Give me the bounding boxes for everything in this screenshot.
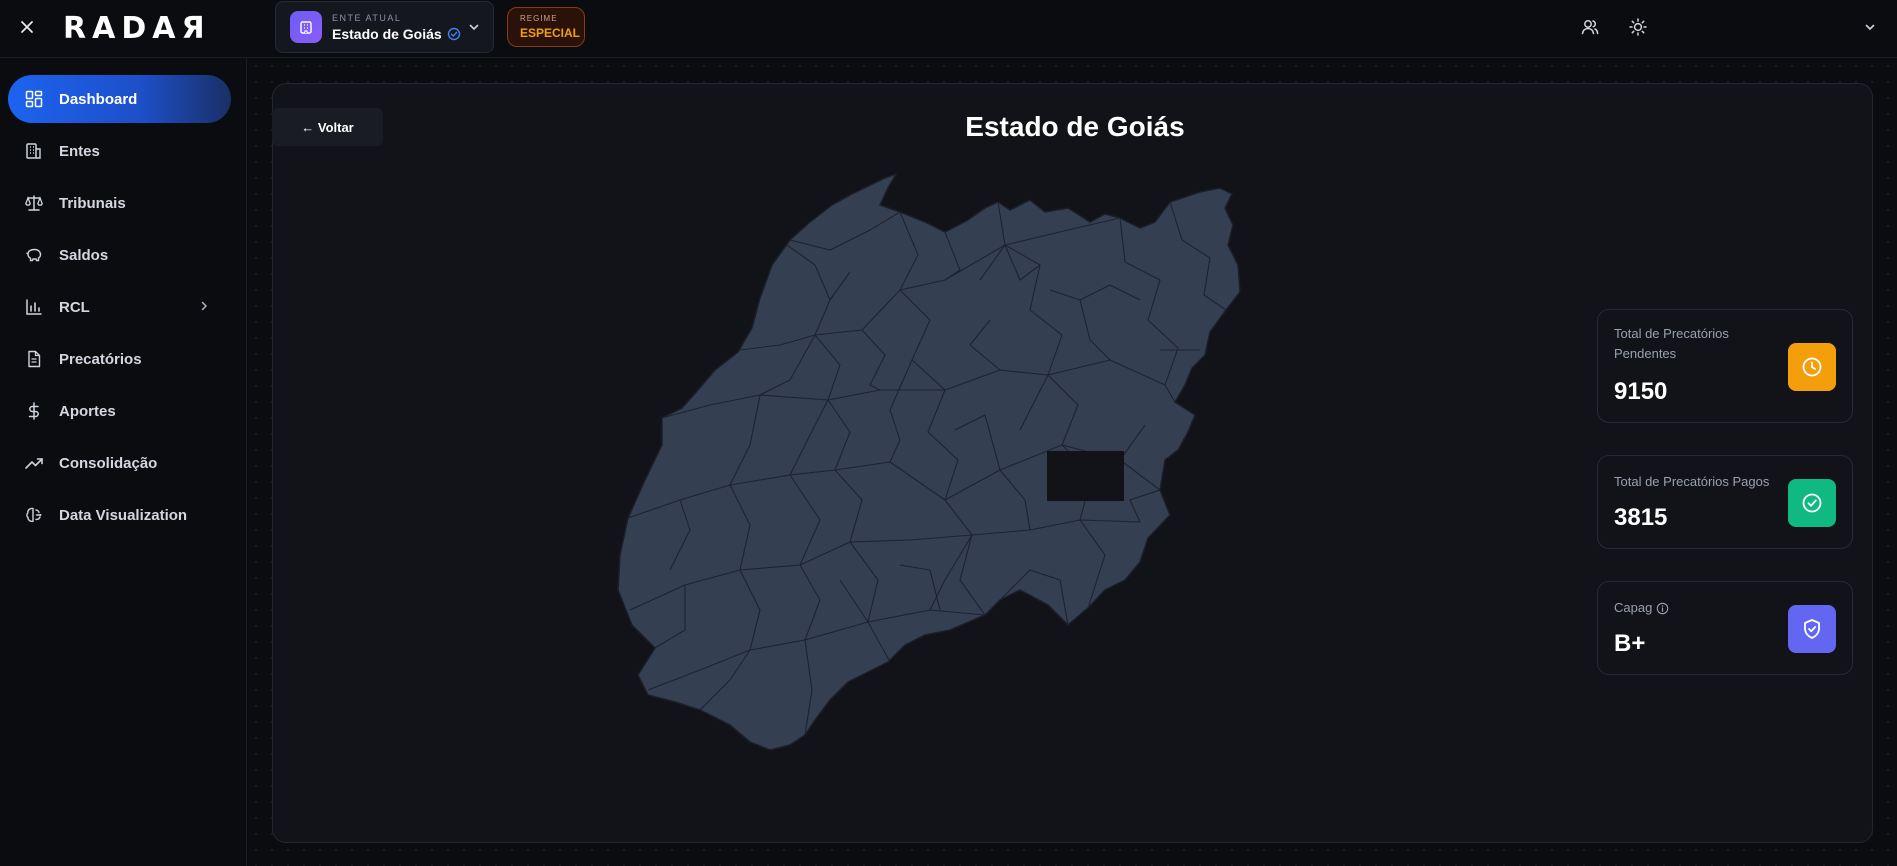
chevron-down-icon [1865, 24, 1875, 31]
sidebar-item-label: Entes [59, 142, 100, 160]
state-map[interactable] [600, 170, 1280, 820]
ente-value: Estado de Goiás [332, 25, 442, 42]
account-menu-button[interactable] [1857, 14, 1883, 40]
sidebar-item-consolidacao[interactable]: Consolidação [8, 439, 231, 487]
trending-up-icon [24, 453, 44, 473]
sun-icon [1629, 18, 1647, 36]
regime-badge: REGIME ESPECIAL [507, 7, 585, 47]
chevron-right-icon [197, 299, 211, 313]
stat-card-pendentes: Total de Precatórios Pendentes 9150 [1597, 309, 1853, 423]
back-button[interactable]: ← Voltar [272, 108, 383, 146]
ente-caption: ENTE ATUAL [332, 12, 402, 23]
stat-label: Total de Precatórios Pendentes [1614, 326, 1729, 361]
brain-icon [24, 505, 44, 525]
building-icon [24, 141, 44, 161]
distrito-federal-area [1047, 451, 1124, 501]
stat-label: Capag [1614, 598, 1774, 618]
capag-label: Capag [1614, 600, 1653, 615]
piggy-bank-icon [24, 245, 44, 265]
check-circle-icon [1788, 479, 1836, 527]
dollar-icon [24, 401, 44, 421]
page-title: Estado de Goiás [965, 111, 1185, 142]
sidebar-item-entes[interactable]: Entes [8, 127, 231, 175]
close-sidebar-button[interactable] [14, 14, 40, 40]
sidebar-item-tribunais[interactable]: Tribunais [8, 179, 231, 227]
radar-logo[interactable]: RADAЯ [63, 11, 211, 46]
building-icon [290, 11, 322, 43]
document-icon [24, 349, 44, 369]
sidebar-item-label: Dashboard [59, 90, 138, 108]
goias-state-shape[interactable] [617, 172, 1241, 751]
ente-selector[interactable]: ENTE ATUAL Estado de Goiás [275, 1, 494, 53]
sidebar-item-dashboard[interactable]: Dashboard [8, 75, 231, 123]
regime-caption: REGIME [520, 14, 558, 23]
sidebar-item-label: Saldos [59, 246, 109, 264]
verified-check-icon [447, 27, 461, 41]
shield-check-icon [1788, 605, 1836, 653]
stat-card-pagos: Total de Precatórios Pagos 3815 [1597, 455, 1853, 549]
close-icon [21, 21, 33, 33]
users-icon [1581, 20, 1599, 35]
clock-icon [1788, 343, 1836, 391]
sidebar-item-aportes[interactable]: Aportes [8, 387, 231, 435]
sidebar-item-label: Aportes [59, 402, 116, 420]
sidebar-item-rcl[interactable]: RCL [8, 283, 231, 331]
sidebar-item-label: RCL [59, 298, 90, 316]
dashboard-grid-icon [24, 89, 44, 109]
scale-icon [24, 193, 44, 213]
sidebar-item-label: Data Visualization [59, 506, 188, 524]
regime-value: ESPECIAL [520, 26, 581, 40]
info-icon[interactable] [1656, 602, 1669, 615]
sidebar-item-label: Precatórios [59, 350, 142, 368]
sidebar-item-data-visualization[interactable]: Data Visualization [8, 491, 231, 539]
theme-toggle-button[interactable] [1625, 14, 1651, 40]
sidebar-item-precatorios[interactable]: Precatórios [8, 335, 231, 383]
sidebar: Dashboard Entes Tribunais Saldos RCL Pre… [0, 58, 247, 866]
stat-value: B+ [1614, 630, 1646, 657]
stat-value: 9150 [1614, 378, 1668, 405]
stat-value: 3815 [1614, 504, 1668, 531]
top-bar: RADAЯ ENTE ATUAL Estado de Goiás REGIME … [0, 0, 1897, 58]
sidebar-item-label: Consolidação [59, 454, 158, 472]
sidebar-item-saldos[interactable]: Saldos [8, 231, 231, 279]
bar-chart-icon [24, 297, 44, 317]
stat-label: Total de Precatórios Pagos [1614, 474, 1770, 489]
chevron-down-icon [467, 20, 481, 34]
sidebar-item-label: Tribunais [59, 194, 126, 212]
users-button[interactable] [1577, 14, 1603, 40]
stat-card-capag: Capag B+ [1597, 581, 1853, 675]
